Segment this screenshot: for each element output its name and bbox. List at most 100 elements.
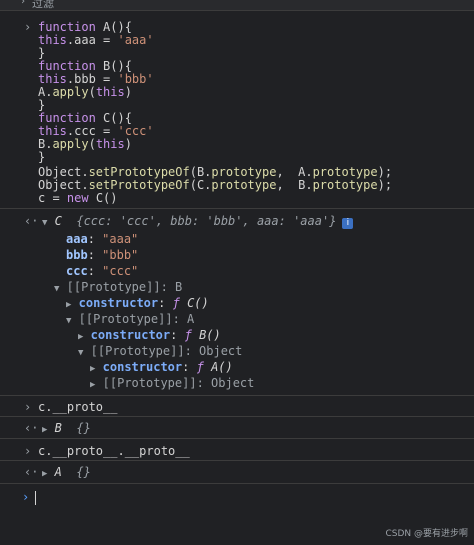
function-name: A()	[211, 360, 233, 374]
code-line-6: A.apply(this)	[38, 86, 132, 99]
code-text: (B.	[189, 165, 212, 179]
object-preview: {}	[76, 465, 91, 479]
function-name: C()	[187, 296, 209, 310]
output-return-icon: ‹·	[24, 214, 39, 228]
constructor-row[interactable]: ▶ constructor: ƒ B()	[78, 328, 221, 342]
code-text: .ccc =	[66, 124, 118, 138]
string-literal: 'bbb'	[117, 72, 154, 86]
active-prompt-icon: ›	[22, 490, 30, 504]
prototype-label: [[Prototype]]: Object	[102, 376, 255, 390]
divider	[0, 460, 474, 461]
function-sign: ƒ	[184, 328, 192, 342]
property-key: bbb	[66, 248, 88, 262]
keyword: this	[38, 124, 67, 138]
object-class-name: A	[54, 465, 62, 479]
code-text: A(){	[95, 20, 132, 34]
console-input-field[interactable]	[35, 491, 36, 505]
keyword: function	[38, 59, 96, 73]
property-name: prototype	[312, 165, 378, 179]
property-key: constructor	[90, 328, 171, 342]
collapsed-triangle-icon[interactable]: ▶	[78, 332, 83, 342]
code-text: C()	[88, 191, 118, 205]
string-literal: 'ccc'	[117, 124, 154, 138]
expanded-triangle-icon[interactable]: ▼	[66, 316, 71, 326]
output-return-icon: ‹·	[24, 421, 39, 435]
function-sign: ƒ	[196, 360, 204, 374]
code-text: .bbb =	[66, 72, 118, 86]
prototype-row[interactable]: ▼ [[Prototype]]: B	[54, 280, 182, 294]
object-preview: {}	[76, 421, 91, 435]
property-key: aaa	[66, 232, 88, 246]
function-name: B()	[199, 328, 221, 342]
collapsed-triangle-icon[interactable]: ▶	[66, 300, 71, 310]
code-text: c =	[38, 191, 67, 205]
property-value: "ccc"	[102, 264, 139, 278]
property-row: aaa: "aaa"	[66, 232, 139, 246]
code-text: B(){	[95, 59, 132, 73]
code-text: C(){	[95, 111, 132, 125]
expanded-triangle-icon[interactable]: ▼	[54, 284, 59, 294]
property-key: constructor	[102, 360, 183, 374]
info-icon[interactable]: i	[342, 218, 354, 229]
divider	[0, 483, 474, 484]
code-text: );	[377, 178, 393, 192]
output-return-icon: ‹·	[24, 465, 39, 479]
collapsed-triangle-icon[interactable]: ▶	[90, 364, 95, 374]
code-text: A.	[38, 85, 53, 99]
object-class-name: B	[54, 421, 62, 435]
prototype-label: [[Prototype]]: B	[66, 280, 183, 294]
code-text: );	[377, 165, 393, 179]
filter-input[interactable]: 过滤	[32, 0, 54, 11]
collapsed-triangle-icon[interactable]: ▶	[90, 380, 95, 390]
expanded-triangle-icon[interactable]: ▼	[78, 348, 83, 358]
prototype-row[interactable]: ▶ [[Prototype]]: Object	[90, 376, 254, 390]
expanded-triangle-icon[interactable]: ▼	[42, 218, 47, 228]
prototype-row[interactable]: ▼ [[Prototype]]: Object	[78, 344, 242, 358]
method-name: setPrototypeOf	[88, 178, 190, 192]
keyword: this	[38, 33, 67, 47]
collapsed-triangle-icon[interactable]: ▶	[42, 469, 47, 479]
input-prompt-icon: ›	[24, 400, 32, 414]
result-object-header[interactable]: ▼ C {ccc: 'ccc', bbb: 'bbb', aaa: 'aaa'}…	[42, 214, 354, 229]
method-name: apply	[52, 85, 89, 99]
collapsed-triangle-icon[interactable]: ▶	[42, 425, 47, 435]
property-row: ccc: "ccc"	[66, 264, 139, 278]
property-key: constructor	[78, 296, 159, 310]
divider	[0, 438, 474, 439]
code-text: )	[124, 137, 132, 151]
property-name: prototype	[211, 178, 277, 192]
code-text: Object.	[38, 178, 89, 192]
chevron-right-icon[interactable]: ›	[20, 0, 26, 7]
code-text: (	[88, 137, 96, 151]
code-text: , B.	[276, 178, 313, 192]
input-prompt-icon: ›	[24, 444, 32, 458]
keyword: new	[66, 191, 89, 205]
keyword: this	[95, 85, 125, 99]
object-class-name: C	[54, 214, 62, 228]
function-sign: ƒ	[172, 296, 180, 310]
code-line-2: this.aaa = 'aaa'	[38, 34, 154, 47]
keyword: this	[95, 137, 125, 151]
console-input-line: c.__proto__.__proto__	[38, 444, 190, 458]
code-line-11: }	[38, 150, 46, 164]
property-name: prototype	[312, 178, 378, 192]
code-text: Object.	[38, 165, 89, 179]
constructor-row[interactable]: ▶ constructor: ƒ A()	[90, 360, 233, 374]
divider	[0, 416, 474, 417]
prototype-label: [[Prototype]]: Object	[90, 344, 243, 358]
prototype-row[interactable]: ▼ [[Prototype]]: A	[66, 312, 194, 326]
keyword: function	[38, 20, 96, 34]
keyword: function	[38, 111, 96, 125]
input-prompt-icon: ›	[24, 20, 32, 34]
console-output-line[interactable]: ▶ A {}	[42, 465, 91, 479]
divider	[0, 395, 474, 396]
code-text: (	[88, 85, 96, 99]
console-toolbar: › 过滤	[0, 0, 474, 11]
code-text: (C.	[189, 178, 212, 192]
constructor-row[interactable]: ▶ constructor: ƒ C()	[66, 296, 209, 310]
property-name: prototype	[211, 165, 277, 179]
watermark: CSDN @要有进步啊	[385, 529, 468, 539]
property-key: ccc	[66, 264, 88, 278]
console-output-line[interactable]: ▶ B {}	[42, 421, 91, 435]
property-value: "aaa"	[102, 232, 139, 246]
